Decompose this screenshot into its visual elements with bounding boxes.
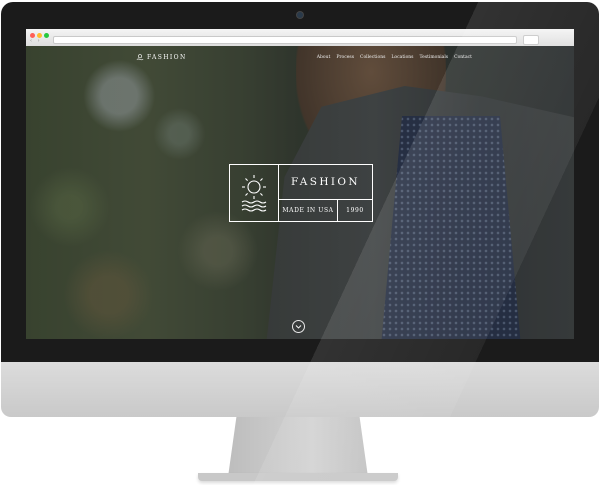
sun-wave-logo-icon — [136, 54, 144, 61]
hero-title: FASHION — [290, 176, 361, 188]
scroll-down-button[interactable] — [292, 320, 305, 333]
hero-badge: FASHION MADE IN USA 1990 — [229, 164, 373, 222]
nav-item-contact[interactable]: Contact — [454, 55, 472, 60]
site-logo[interactable]: FASHION — [136, 53, 187, 61]
nav-item-testimonials[interactable]: Testimonials — [420, 55, 449, 60]
nav-item-locations[interactable]: Locations — [391, 55, 413, 60]
chevron-down-icon — [295, 325, 302, 329]
monitor-stand-neck — [228, 417, 368, 477]
badge-icon-cell — [230, 165, 279, 221]
browser-menu-button[interactable] — [523, 35, 539, 45]
address-bar[interactable] — [53, 36, 517, 44]
sun-over-waves-icon — [241, 175, 267, 212]
nav-item-process[interactable]: Process — [336, 55, 354, 60]
browser-toolbar: ‹ › — [26, 29, 574, 47]
badge-year-cell: 1990 — [338, 200, 372, 221]
nav-item-collections[interactable]: Collections — [360, 55, 385, 60]
screen: ‹ › FASHION About Process Collections Lo… — [26, 29, 574, 339]
nav-item-about[interactable]: About — [317, 55, 331, 60]
webcam — [297, 12, 303, 18]
site-logo-text: FASHION — [147, 53, 187, 61]
monitor-chin — [1, 362, 599, 417]
maximize-window-icon[interactable] — [44, 33, 49, 38]
main-nav: About Process Collections Locations Test… — [317, 55, 472, 60]
back-forward-icons[interactable]: ‹ › — [30, 38, 42, 44]
monitor-stand-base — [198, 473, 398, 481]
hero-subtitle: MADE IN USA — [282, 207, 334, 214]
badge-subtitle-cell: MADE IN USA — [279, 200, 338, 221]
hero-year: 1990 — [346, 207, 364, 214]
badge-title-cell: FASHION — [279, 165, 372, 200]
hero-section: FASHION About Process Collections Locati… — [26, 46, 574, 339]
